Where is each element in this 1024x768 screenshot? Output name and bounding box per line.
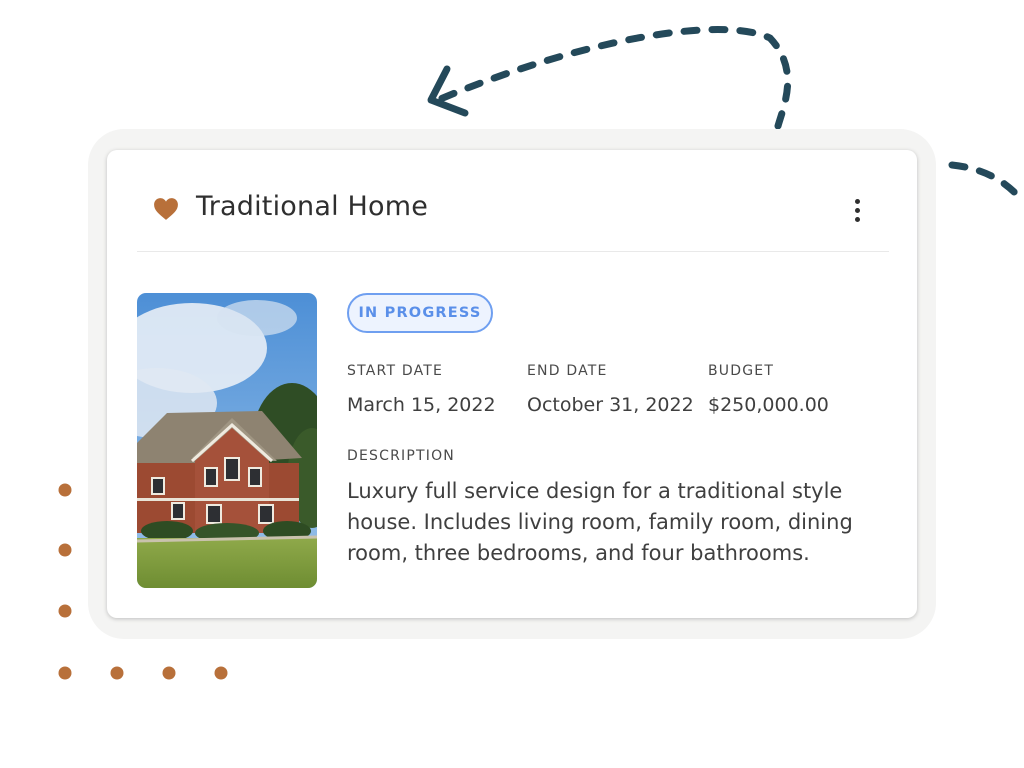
status-badge: IN PROGRESS <box>347 293 493 333</box>
more-vertical-icon[interactable] <box>841 194 873 226</box>
description-text: Luxury full service design for a traditi… <box>347 479 853 565</box>
start-date-value: March 15, 2022 <box>347 394 496 416</box>
end-date-label: END DATE <box>527 363 608 379</box>
description-label: DESCRIPTION <box>347 448 455 464</box>
heart-icon[interactable] <box>153 197 179 221</box>
start-date-label: START DATE <box>347 363 444 379</box>
project-card[interactable]: Traditional Home IN PROGRESS START DATE … <box>107 150 917 618</box>
card-title: Traditional Home <box>196 191 429 222</box>
house-photo <box>137 293 317 588</box>
arrow-head-decoration <box>427 65 469 117</box>
card-header: Traditional Home <box>137 150 889 252</box>
budget-value: $250,000.00 <box>708 394 829 416</box>
end-date-value: October 31, 2022 <box>527 394 694 416</box>
budget-label: BUDGET <box>708 363 775 379</box>
